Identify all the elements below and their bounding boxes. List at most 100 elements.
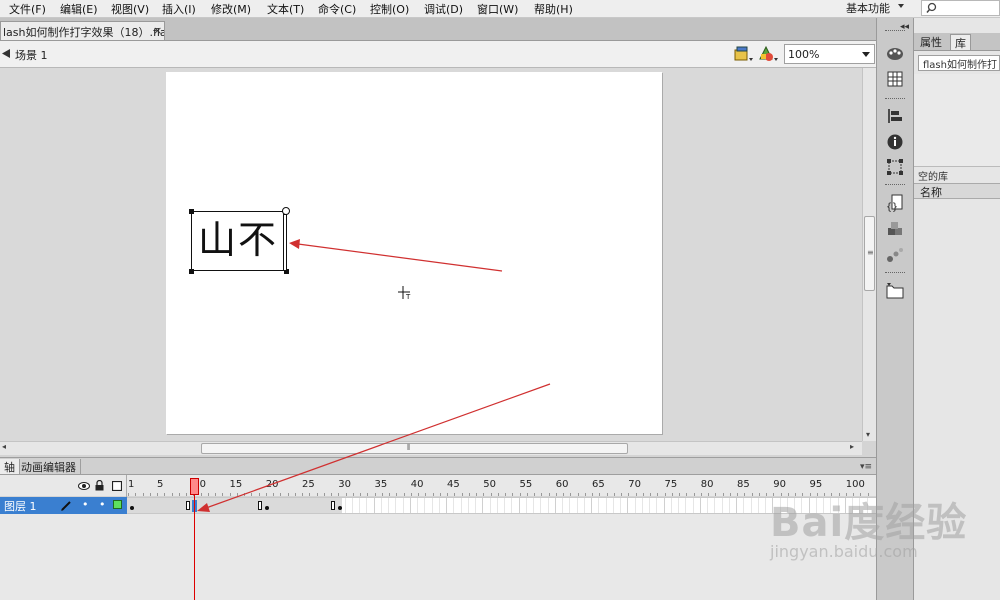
project-icon[interactable] [886,282,904,300]
frame-cell[interactable] [692,498,694,513]
frame-cell[interactable] [721,498,723,513]
menu-help[interactable]: 帮助(H) [534,1,573,17]
keyframe[interactable] [338,506,342,510]
timeline-ruler[interactable]: 1 5 10 15 20 25 30 35 40 45 50 55 60 65 70 75 80 85 90 95 10… [127,475,876,496]
scene-name[interactable]: 场景 1 [15,47,48,63]
frame-cell[interactable] [750,498,752,513]
frame-cell[interactable] [344,498,346,513]
frame-cell[interactable] [388,498,389,513]
keyframe-end[interactable] [186,501,190,510]
frame-cell[interactable] [765,498,766,513]
frame-cell[interactable] [685,498,687,513]
vertical-scroll-thumb[interactable]: ≡ [864,216,875,291]
frame-cell[interactable] [380,498,382,513]
scroll-down-icon[interactable]: ▾ [866,430,870,439]
playhead[interactable] [190,478,199,495]
panel-menu-icon[interactable]: ▾≡ [860,462,872,472]
frame-cell[interactable] [649,498,650,513]
name-column-header[interactable]: 名称 [914,183,1000,199]
library-document-select[interactable]: flash如何制作打 [918,55,1000,71]
menu-edit[interactable]: 编辑(E) [60,1,98,17]
frame-cell[interactable] [757,498,759,513]
components-icon[interactable] [886,220,904,238]
frame-cell[interactable] [359,498,360,513]
workspace-switcher[interactable]: 基本功能 [836,0,918,16]
frame-cell[interactable] [351,498,353,513]
frame-cell[interactable] [446,498,447,513]
frame-cell[interactable] [409,498,411,513]
frame-cell[interactable] [460,498,462,513]
scroll-right-icon[interactable]: ▸ [850,442,854,451]
tab-motion-editor[interactable]: 动画编辑器 [17,459,81,474]
frame-cell[interactable] [598,498,600,513]
lock-icon[interactable] [95,480,104,491]
zoom-select[interactable]: 100% [784,44,875,64]
frame-cell[interactable] [533,498,534,513]
frame-cell[interactable] [504,498,505,513]
frame-cell[interactable] [576,498,578,513]
frame-cell[interactable] [554,498,556,513]
frame-cell[interactable] [424,498,426,513]
frame-cell[interactable] [634,498,636,513]
frame-cell[interactable] [699,498,701,513]
keyframe[interactable] [265,506,269,510]
selection-handle[interactable] [189,209,194,214]
layer-row[interactable]: 图层 1 • • [0,497,127,514]
edit-scene-icon[interactable] [758,45,780,63]
frame-cell[interactable] [431,498,433,513]
frame-cell[interactable] [467,498,469,513]
text-field-width-handle[interactable] [283,214,287,271]
frame-cell[interactable] [402,498,404,513]
text-field-resize-handle[interactable] [282,207,290,215]
help-search-input[interactable] [921,0,1000,16]
menu-insert[interactable]: 插入(I) [162,1,196,17]
frame-cell[interactable] [475,498,476,513]
close-icon[interactable]: × [153,24,162,37]
frame-cell[interactable] [656,498,658,513]
frame-cell[interactable] [453,498,455,513]
collapse-panels-icon[interactable]: ◂◂ [900,22,909,32]
frame-cell[interactable] [641,498,643,513]
swatches-icon[interactable] [886,70,904,88]
menu-view[interactable]: 视图(V) [111,1,149,17]
frame-cell[interactable] [540,498,542,513]
menu-window[interactable]: 窗口(W) [477,1,518,17]
frame-cell[interactable] [728,498,730,513]
outline-color-swatch[interactable] [113,500,122,509]
frame-cell[interactable] [482,498,484,513]
frame-cell[interactable] [511,498,513,513]
frame-cell[interactable] [605,498,607,513]
text-field[interactable]: 山不 [191,211,286,271]
menu-commands[interactable]: 命令(C) [318,1,356,17]
color-icon[interactable] [886,44,904,62]
frame-cell[interactable] [612,498,614,513]
text-field-content[interactable]: 山不 [198,218,278,262]
frame-cell[interactable] [417,498,418,513]
layer-name[interactable]: 图层 1 [4,498,37,514]
code-snippets-icon[interactable]: {} [886,194,904,212]
frame-cell[interactable] [547,498,549,513]
info-icon[interactable] [886,133,904,151]
vertical-scrollbar[interactable]: ≡ ▾ [862,68,876,441]
frame-cell[interactable] [678,498,679,513]
menu-modify[interactable]: 修改(M) [211,1,251,17]
back-arrow-icon[interactable] [2,49,11,58]
frame-cell[interactable] [569,498,571,513]
show-hide-layers-icon[interactable] [78,481,90,491]
frame-cell[interactable] [373,498,375,513]
selection-handle[interactable] [189,269,194,274]
frame-cell[interactable] [395,498,397,513]
frame-cell[interactable] [583,498,585,513]
frame-cell[interactable] [663,498,665,513]
transform-icon[interactable] [886,158,904,176]
frame-cell[interactable] [670,498,672,513]
menu-control[interactable]: 控制(O) [370,1,409,17]
frame-cell[interactable] [525,498,527,513]
frame-cell[interactable] [736,498,737,513]
menu-debug[interactable]: 调试(D) [424,1,463,17]
keyframe[interactable] [130,506,134,510]
frame-cell[interactable] [627,498,629,513]
align-icon[interactable] [886,107,904,125]
frame-cell[interactable] [620,498,621,513]
frame-cell[interactable] [707,498,708,513]
